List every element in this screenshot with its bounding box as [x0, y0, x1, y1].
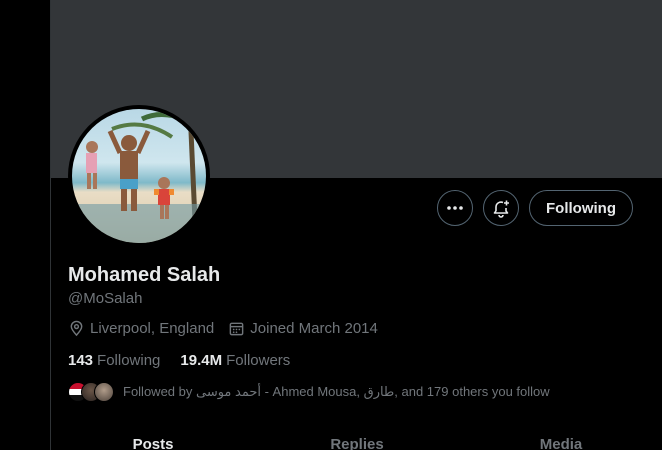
following-count: 143: [68, 352, 94, 369]
profile-joined: Joined March 2014: [228, 320, 378, 337]
following-link[interactable]: 143 Following: [68, 352, 160, 369]
profile-actions: Following: [437, 190, 633, 226]
profile-handle: @MoSalah: [68, 290, 143, 307]
tab-replies[interactable]: Replies: [255, 436, 459, 450]
profile-avatar[interactable]: [68, 105, 210, 247]
following-button[interactable]: Following: [529, 190, 633, 226]
profile-location: Liverpool, England: [68, 320, 214, 337]
profile-column: Following Mohamed Salah @MoSalah Liverpo…: [50, 0, 662, 450]
location-pin-icon: [70, 320, 83, 337]
followers-link[interactable]: 19.4M Followers: [180, 352, 290, 369]
following-label: Following: [97, 352, 161, 369]
followers-label: Followers: [226, 352, 291, 369]
follower-avatars: [68, 382, 114, 402]
bell-plus-icon: [493, 200, 510, 218]
followed-by[interactable]: Followed by أحمد موسى - Ahmed Mousa, طار…: [68, 382, 550, 402]
avatar-photo-icon: [72, 109, 206, 243]
tab-media[interactable]: Media: [459, 436, 662, 450]
profile-meta: Liverpool, England Joined March 2014: [68, 320, 378, 337]
notifications-button[interactable]: [483, 190, 520, 226]
profile-tabs: Posts Replies Media: [51, 436, 662, 450]
avatar-image: [72, 109, 206, 243]
profile-name: Mohamed Salah: [68, 264, 221, 286]
followers-count: 19.4M: [180, 352, 223, 369]
follower-avatar: [94, 382, 114, 402]
tab-posts[interactable]: Posts: [51, 436, 255, 450]
joined-text: Joined March 2014: [250, 320, 378, 337]
more-icon: [447, 206, 463, 210]
location-text: Liverpool, England: [90, 320, 215, 337]
profile-stats: 143 Following 19.4M Followers: [68, 352, 290, 369]
calendar-icon: [229, 322, 244, 336]
more-button[interactable]: [437, 190, 474, 226]
followed-by-text: Followed by أحمد موسى - Ahmed Mousa, طار…: [123, 384, 550, 399]
